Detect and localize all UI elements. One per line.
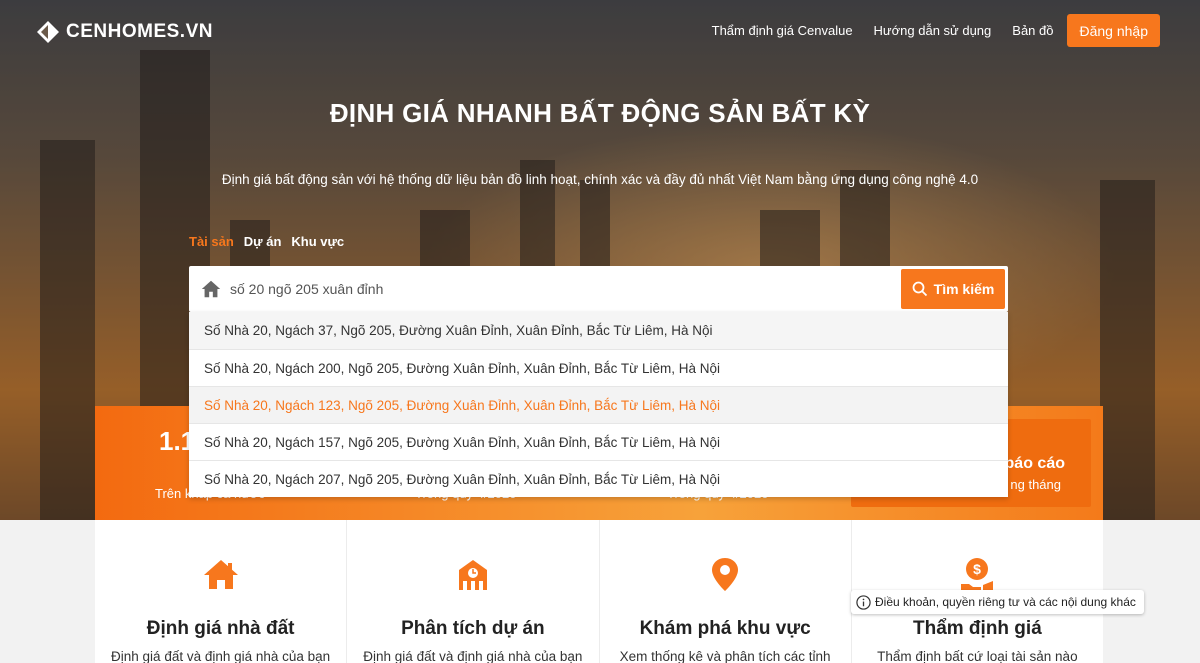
map-pin-icon	[712, 558, 739, 591]
tooltip-text: Điều khoản, quyền riêng tư và các nội du…	[875, 595, 1136, 609]
login-button[interactable]: Đăng nhập	[1067, 14, 1160, 47]
page-title: ĐỊNH GIÁ NHANH BẤT ĐỘNG SẢN BẤT KỲ	[329, 98, 871, 128]
top-nav: Thẩm định giá Cenvalue Hướng dẫn sử dụng…	[691, 14, 1160, 47]
site-logo[interactable]: CENHOMES.VN	[36, 20, 213, 44]
suggestion-item[interactable]: Số Nhà 20, Ngách 157, Ngõ 205, Đường Xuâ…	[189, 423, 1008, 460]
search-button[interactable]: Tìm kiếm	[901, 269, 1005, 309]
logo-text: CENHOMES.VN	[66, 21, 213, 42]
nav-link-map[interactable]: Bản đồ	[1012, 23, 1053, 38]
search-icon	[912, 281, 927, 297]
home-icon	[201, 280, 221, 298]
house-icon	[203, 560, 238, 589]
search-button-label: Tìm kiếm	[933, 281, 995, 297]
svg-text:$: $	[973, 561, 981, 577]
feature-card-project[interactable]: Phân tích dự án Định giá đất và định giá…	[347, 520, 600, 663]
feature-title: Thẩm định giá	[912, 618, 1042, 639]
feature-desc: Định giá đất và định giá nhà của bạn	[363, 649, 583, 663]
building-chart-icon	[458, 560, 487, 590]
suggestion-item-highlighted[interactable]: Số Nhà 20, Ngách 123, Ngõ 205, Đường Xuâ…	[189, 386, 1008, 423]
feature-title: Định giá nhà đất	[146, 618, 295, 639]
search-box: Tìm kiếm	[189, 266, 1008, 312]
report-title: báo cáo	[1004, 455, 1065, 472]
suggestion-dropdown: Số Nhà 20, Ngách 37, Ngõ 205, Đường Xuân…	[189, 312, 1008, 497]
tab-project[interactable]: Dự án	[244, 234, 282, 249]
search-input[interactable]	[230, 281, 890, 297]
search-tabs: Tài sản Dự án Khu vực	[189, 234, 344, 249]
feature-title: Phân tích dự án	[401, 618, 545, 639]
terms-tooltip[interactable]: Điều khoản, quyền riêng tư và các nội du…	[851, 590, 1144, 614]
tab-property[interactable]: Tài sản	[189, 234, 234, 249]
suggestion-item[interactable]: Số Nhà 20, Ngách 37, Ngõ 205, Đường Xuân…	[189, 312, 1008, 349]
feature-card-valuation[interactable]: Định giá nhà đất Định giá đất và định gi…	[95, 520, 348, 663]
feature-desc: Xem thống kê và phân tích các tỉnh	[619, 649, 831, 663]
suggestion-item[interactable]: Số Nhà 20, Ngách 200, Ngõ 205, Đường Xuâ…	[189, 349, 1008, 386]
page-subtitle: Định giá bất động sản với hệ thống dữ li…	[221, 172, 979, 187]
coin-hand-icon: $	[961, 558, 994, 590]
feature-card-area[interactable]: Khám phá khu vực Xem thống kê và phân tí…	[600, 520, 852, 663]
nav-link-guide[interactable]: Hướng dẫn sử dụng	[874, 23, 992, 38]
nav-link-cenvalue[interactable]: Thẩm định giá Cenvalue	[712, 23, 853, 38]
feature-desc: Định giá đất và định giá nhà của bạn	[111, 649, 331, 663]
logo-diamond-icon	[37, 21, 59, 43]
suggestion-item[interactable]: Số Nhà 20, Ngách 207, Ngõ 205, Đường Xuâ…	[189, 460, 1008, 497]
info-icon	[856, 594, 871, 610]
tab-area[interactable]: Khu vực	[291, 234, 344, 249]
feature-desc: Thẩm định bất cứ loại tài sản nào	[877, 649, 1078, 663]
report-subtitle: ng tháng	[1010, 477, 1061, 492]
feature-title: Khám phá khu vực	[639, 618, 811, 639]
